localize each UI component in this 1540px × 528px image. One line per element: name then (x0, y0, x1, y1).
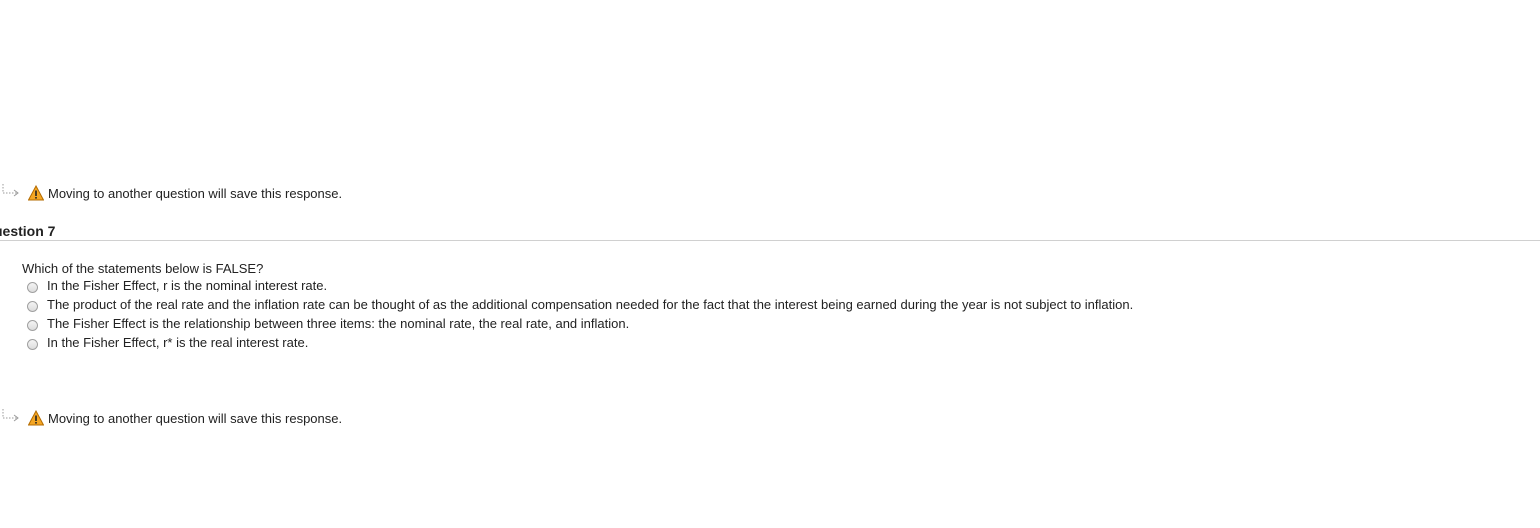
save-notice-top: Moving to another question will save thi… (0, 183, 342, 203)
arrow-return-icon (2, 409, 19, 422)
radio-button[interactable] (27, 282, 38, 293)
answer-option-3[interactable]: The Fisher Effect is the relationship be… (27, 314, 1133, 333)
answer-option-label: In the Fisher Effect, r* is the real int… (47, 335, 309, 350)
arrow-return-icon (2, 184, 19, 197)
answer-option-4[interactable]: In the Fisher Effect, r* is the real int… (27, 333, 1133, 352)
warning-icon (28, 185, 44, 201)
question-title: uestion 7 (0, 223, 56, 239)
radio-button[interactable] (27, 339, 38, 350)
answer-options: In the Fisher Effect, r is the nominal i… (27, 276, 1133, 352)
warning-icon (28, 410, 44, 426)
radio-button[interactable] (27, 320, 38, 331)
answer-option-2[interactable]: The product of the real rate and the inf… (27, 295, 1133, 314)
question-prompt: Which of the statements below is FALSE? (22, 261, 264, 276)
answer-option-label: The Fisher Effect is the relationship be… (47, 316, 630, 331)
save-notice-text: Moving to another question will save thi… (48, 185, 343, 201)
radio-button[interactable] (27, 301, 38, 312)
answer-option-label: In the Fisher Effect, r is the nominal i… (47, 278, 328, 293)
save-notice-text: Moving to another question will save thi… (48, 410, 343, 426)
answer-option-label: The product of the real rate and the inf… (47, 297, 1134, 312)
page: Moving to another question will save thi… (0, 0, 1540, 528)
answer-option-1[interactable]: In the Fisher Effect, r is the nominal i… (27, 276, 1133, 295)
question-divider (0, 240, 1540, 241)
save-notice-bottom: Moving to another question will save thi… (0, 408, 342, 428)
